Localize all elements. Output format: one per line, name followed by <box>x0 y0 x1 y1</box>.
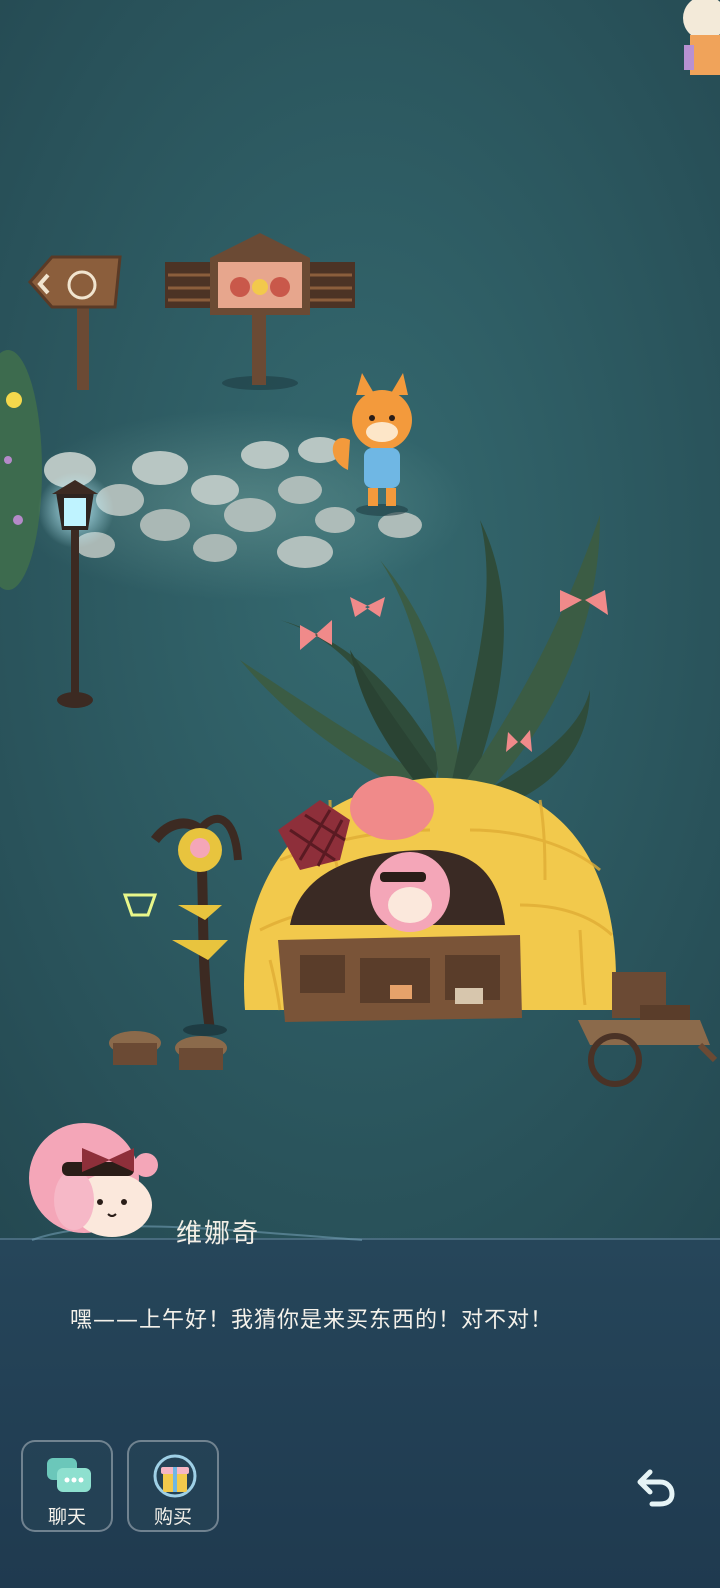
game-screen: 维娜奇 嘿——上午好！我猜你是来买东西的！对不对！ 聊天 购买 <box>0 0 720 1588</box>
dialog-text: 嘿——上午好！我猜你是来买东西的！对不对！ <box>70 1308 554 1333</box>
buy-button[interactable]: 购买 <box>127 1440 219 1532</box>
dialog-panel <box>0 1238 720 1588</box>
chat-button-label: 聊天 <box>47 1506 86 1528</box>
gift-box-icon <box>153 1454 197 1498</box>
chat-bubble-icon <box>47 1458 91 1492</box>
undo-arrow-icon[interactable] <box>634 1464 678 1508</box>
buy-button-label: 购买 <box>153 1506 192 1528</box>
chat-button[interactable]: 聊天 <box>21 1440 113 1532</box>
speaker-name: 维娜奇 <box>176 1219 261 1249</box>
